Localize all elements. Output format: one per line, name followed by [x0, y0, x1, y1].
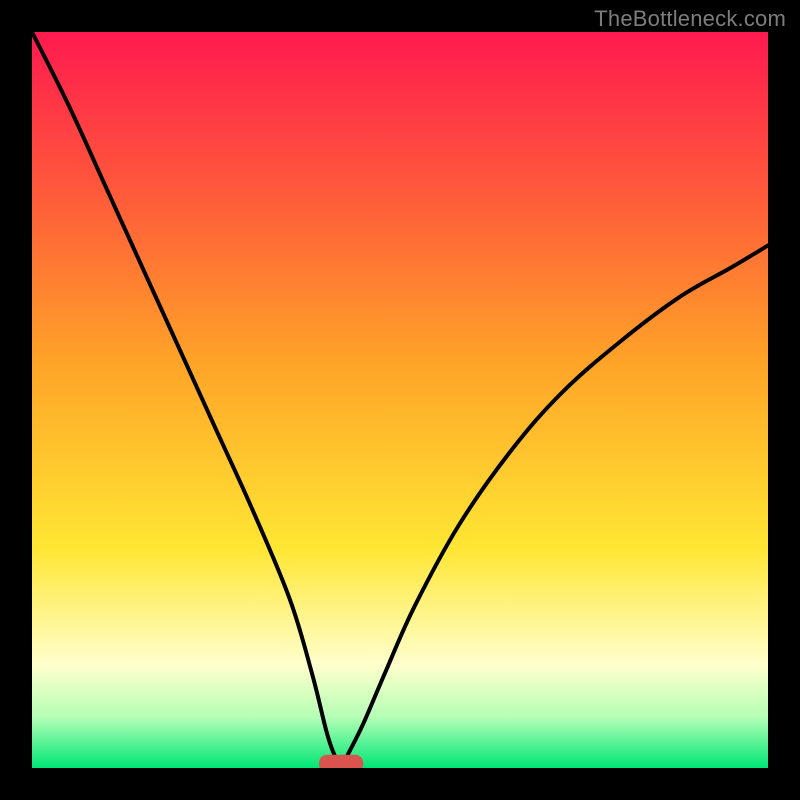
watermark-text: TheBottleneck.com: [594, 6, 786, 32]
optimum-marker: [319, 755, 363, 768]
chart-frame: TheBottleneck.com: [0, 0, 800, 800]
plot-area: [32, 32, 768, 768]
gradient-background: [32, 32, 768, 768]
chart-svg: [32, 32, 768, 768]
